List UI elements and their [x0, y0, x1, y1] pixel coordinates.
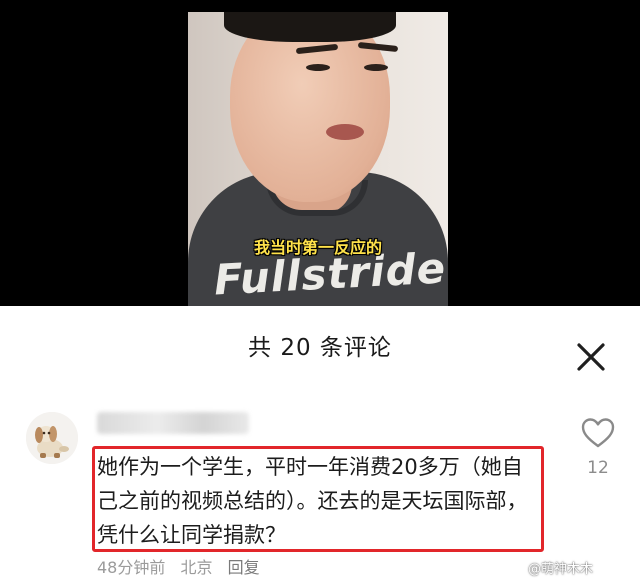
- right-eyebrow: [357, 41, 399, 53]
- comment-time: 48分钟前: [97, 558, 166, 577]
- video-subtitle: 我当时第一反应的: [253, 238, 382, 257]
- like-button[interactable]: 12: [578, 418, 618, 478]
- commenter-avatar[interactable]: [26, 412, 78, 464]
- left-eyebrow: [295, 43, 339, 55]
- mouth: [326, 124, 364, 140]
- commenter-username-blurred[interactable]: [97, 412, 249, 434]
- like-count: 12: [587, 458, 609, 478]
- comments-count-title: 共 20 条评论: [248, 335, 392, 361]
- highlight-box: [92, 446, 544, 552]
- right-eye: [364, 64, 388, 71]
- comment-location: 北京: [180, 558, 213, 577]
- reply-button[interactable]: 回复: [228, 558, 260, 577]
- close-icon: [577, 343, 605, 371]
- plush-toy-icon: [26, 412, 78, 464]
- heart-outline-icon: [581, 418, 615, 448]
- comment-meta: 48分钟前 北京 回复: [97, 554, 270, 578]
- video-player[interactable]: Fullstride 我当时第一反应的: [0, 0, 640, 306]
- video-frame: Fullstride 我当时第一反应的: [188, 12, 448, 306]
- watermark: @萌神木木: [528, 562, 594, 577]
- close-button[interactable]: [568, 334, 614, 380]
- comments-sheet: 共 20 条评论 她作为一个学生，平时一年消费20多万（她自己之前的视频总结的）…: [0, 306, 640, 580]
- left-eye: [306, 64, 330, 71]
- speaker-hair: [224, 12, 396, 42]
